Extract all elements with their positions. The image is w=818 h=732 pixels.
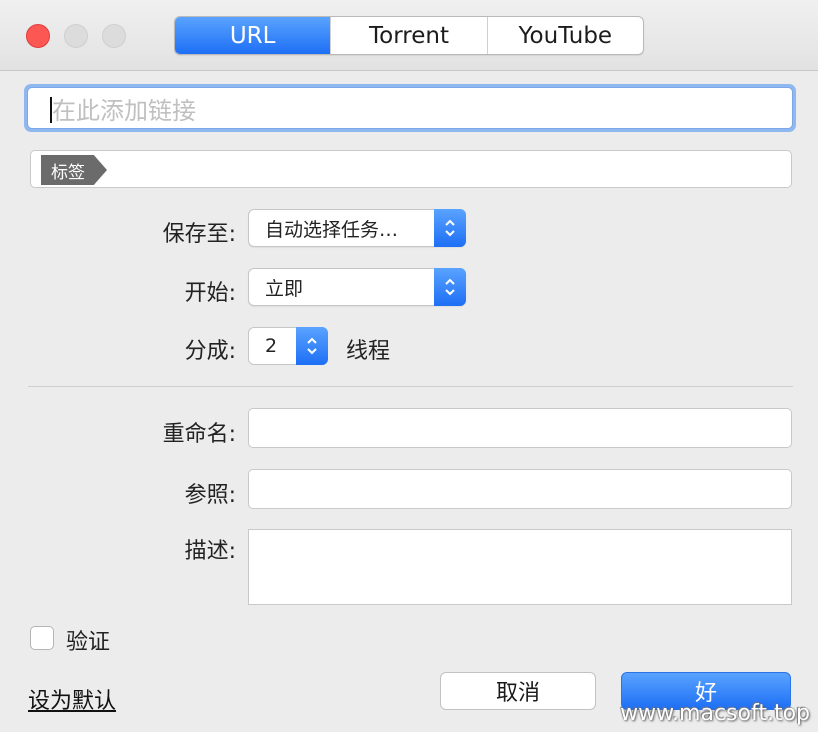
start-value: 立即 xyxy=(265,277,304,300)
minimize-window-button[interactable] xyxy=(64,24,88,48)
start-popup-arrows[interactable] xyxy=(434,268,466,306)
tab-torrent[interactable]: Torrent xyxy=(330,17,486,54)
verify-label[interactable]: 验证 xyxy=(66,624,110,656)
split-value: 2 xyxy=(265,335,278,357)
rename-input[interactable] xyxy=(248,408,792,448)
url-input-placeholder: 在此添加链接 xyxy=(52,96,196,125)
up-down-chevron-icon xyxy=(445,219,455,237)
description-textarea[interactable] xyxy=(248,529,792,605)
split-stepper-arrows[interactable] xyxy=(296,327,328,365)
rename-label: 重命名: xyxy=(162,422,236,447)
thread-suffix-label: 线程 xyxy=(346,339,391,364)
watermark-text: www.macsoft.top xyxy=(620,701,810,726)
split-label: 分成: xyxy=(184,339,236,364)
referer-label: 参照: xyxy=(184,483,236,508)
section-divider xyxy=(28,386,793,387)
save-to-label: 保存至: xyxy=(162,222,236,247)
save-to-popup[interactable]: 自动选择任务… xyxy=(248,209,466,247)
description-label: 描述: xyxy=(184,539,236,564)
referer-input[interactable] xyxy=(248,469,792,509)
tab-youtube[interactable]: YouTube xyxy=(486,17,643,54)
text-caret xyxy=(50,97,52,123)
save-to-value: 自动选择任务… xyxy=(265,218,399,241)
url-input[interactable]: 在此添加链接 xyxy=(27,87,793,129)
up-down-chevron-icon xyxy=(307,337,317,355)
cancel-button[interactable]: 取消 xyxy=(440,672,596,710)
zoom-window-button[interactable] xyxy=(102,24,126,48)
title-bar: URL Torrent YouTube xyxy=(0,0,818,71)
tag-chip: 标签 xyxy=(41,155,107,185)
verify-checkbox[interactable] xyxy=(30,626,54,650)
source-type-segmented-control: URL Torrent YouTube xyxy=(174,16,644,55)
url-input-focus-ring: 在此添加链接 xyxy=(24,84,796,132)
start-popup[interactable]: 立即 xyxy=(248,268,466,306)
start-label: 开始: xyxy=(184,281,236,306)
close-window-button[interactable] xyxy=(26,24,50,48)
save-to-popup-arrows[interactable] xyxy=(434,209,466,247)
tag-field[interactable]: 标签 xyxy=(30,150,792,188)
tab-url[interactable]: URL xyxy=(175,17,331,54)
split-thread-stepper[interactable]: 2 xyxy=(248,327,328,365)
set-default-link[interactable]: 设为默认 xyxy=(28,683,116,715)
up-down-chevron-icon xyxy=(445,278,455,296)
